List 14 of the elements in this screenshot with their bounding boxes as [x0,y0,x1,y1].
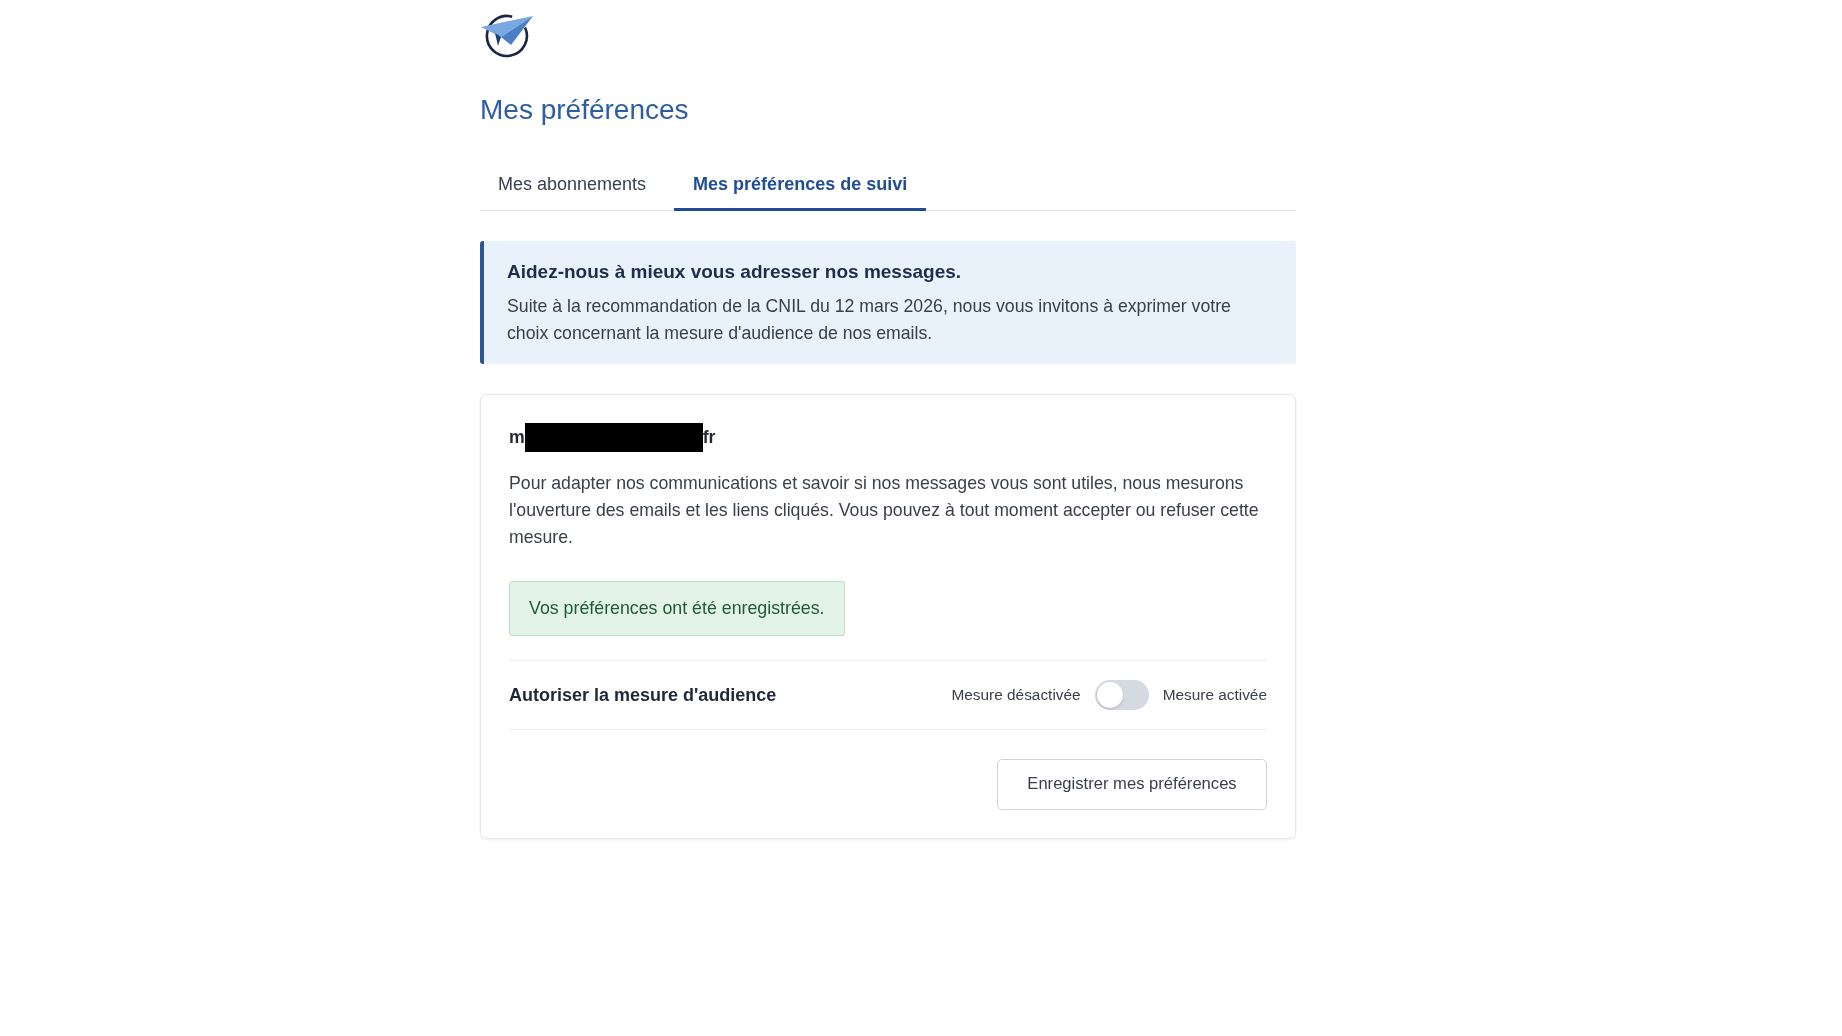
toggle-switch[interactable] [1094,680,1149,710]
email-text: fr [702,425,716,449]
description-text: Pour adapter nos communications et savoir si nos messages vous sont utiles, nous mesurons l'ouverture des emails et les liens cliqués. Vous pouvez à tout moment accepter ou refuser cette mesure. [509,472,1260,549]
setting-label: Autoriser la mesure d'audience [509,683,777,707]
page-title: Mes préférences [480,93,689,127]
tab[interactable]: Mes abonnements [480,171,665,211]
success-alert: Vos préférences ont été enregistrées. [509,581,845,636]
toggle-off-label: Mesure désactivée [951,685,1081,706]
banner-text: Suite à la recommandation de la CNIL du 12 mars 2026, nous vous invitons à exprimer votre choix concernant la mesure d'audience de nos emails. [507,295,1232,345]
save-button[interactable]: Enregistrer mes préférences [997,759,1267,810]
toggle-on-label: Mesure activée [1162,685,1267,706]
banner-title: Aidez-nous à mieux vous adresser nos messages. [507,260,963,284]
tab[interactable]: Mes préférences de suivi [674,171,927,211]
email-text: m [509,425,525,449]
